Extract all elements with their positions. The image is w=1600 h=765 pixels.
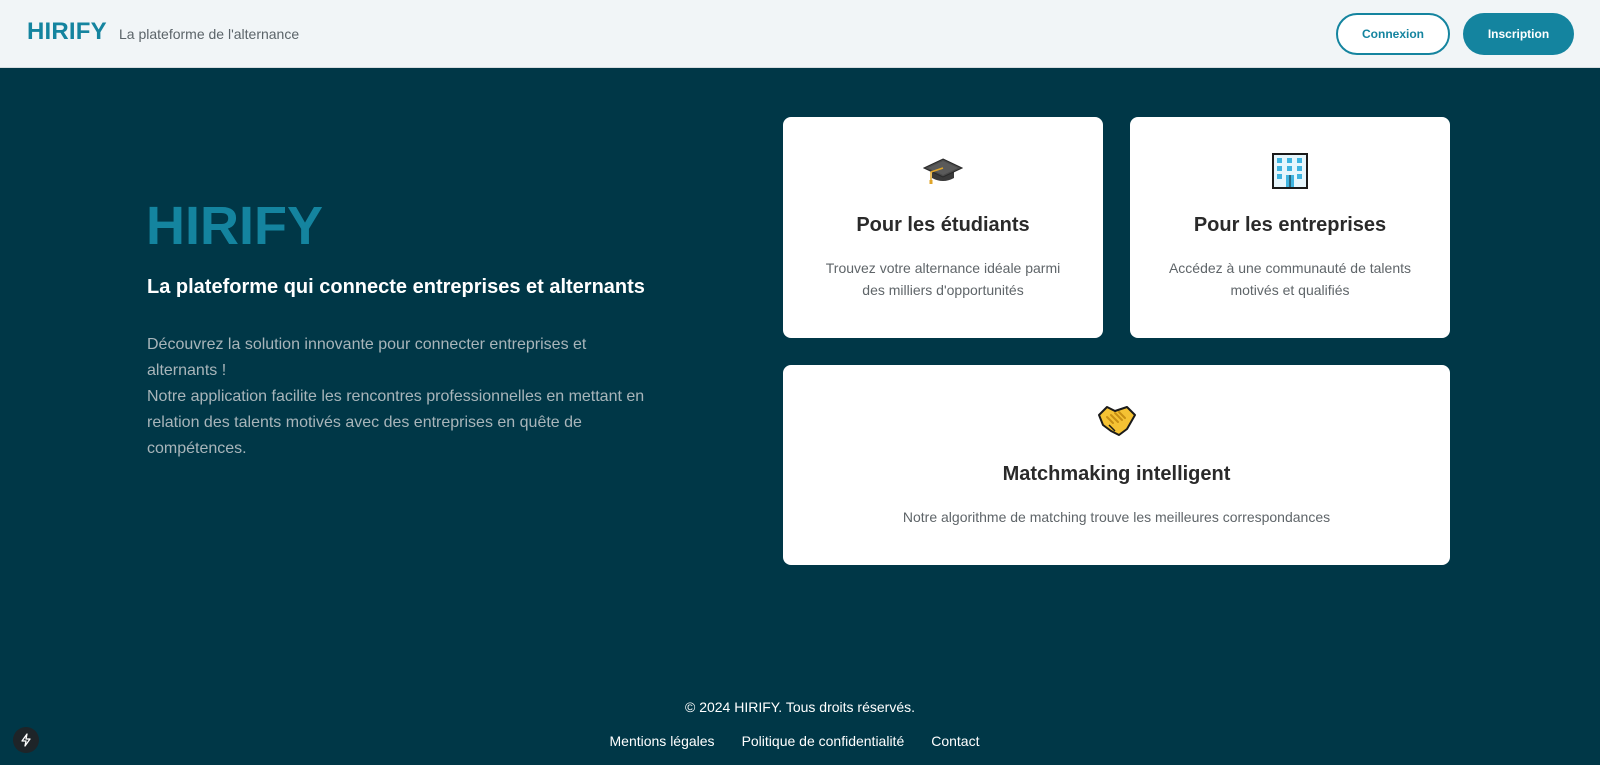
hero-title: HIRIFY <box>146 196 324 256</box>
card-companies: Pour les entreprises Accédez à une commu… <box>1130 117 1450 338</box>
login-button[interactable]: Connexion <box>1336 13 1450 55</box>
hero-description-line-2: Notre application facilite les rencontre… <box>147 388 645 457</box>
card-companies-text: Accédez à une communauté de talents moti… <box>1168 260 1412 298</box>
card-companies-title: Pour les entreprises <box>1193 214 1387 236</box>
brand-logo[interactable]: HIRIFY <box>27 18 107 46</box>
dev-tools-badge[interactable] <box>13 727 39 753</box>
graduation-cap-icon <box>922 151 964 191</box>
card-matching-title: Matchmaking intelligent <box>1002 463 1231 485</box>
footer-links: Mentions légales Politique de confidenti… <box>0 733 1600 749</box>
hero-subtitle: La plateforme qui connecte entreprises e… <box>147 276 645 298</box>
hero-description-line-1: Découvrez la solution innovante pour con… <box>147 336 587 379</box>
card-students-title: Pour les étudiants <box>856 214 1030 236</box>
hero-description: Découvrez la solution innovante pour con… <box>147 332 657 462</box>
card-students: Pour les étudiants Trouvez votre alterna… <box>783 117 1103 338</box>
card-students-text: Trouvez votre alternance idéale parmi de… <box>825 260 1061 298</box>
contact-link[interactable]: Contact <box>931 733 979 749</box>
card-matching-text: Notre algorithme de matching trouve les … <box>902 509 1331 525</box>
brand-tagline: La plateforme de l'alternance <box>119 26 300 42</box>
privacy-policy-link[interactable]: Politique de confidentialité <box>742 733 905 749</box>
legal-notice-link[interactable]: Mentions légales <box>610 733 715 749</box>
top-header: HIRIFY La plateforme de l'alternance Con… <box>0 0 1600 68</box>
handshake-icon <box>1097 399 1137 439</box>
footer-copyright: © 2024 HIRIFY. Tous droits réservés. <box>684 699 915 715</box>
lightning-icon <box>21 733 31 747</box>
card-matching: Matchmaking intelligent Notre algorithme… <box>783 365 1450 565</box>
signup-button[interactable]: Inscription <box>1463 13 1574 55</box>
office-building-icon <box>1270 151 1310 191</box>
